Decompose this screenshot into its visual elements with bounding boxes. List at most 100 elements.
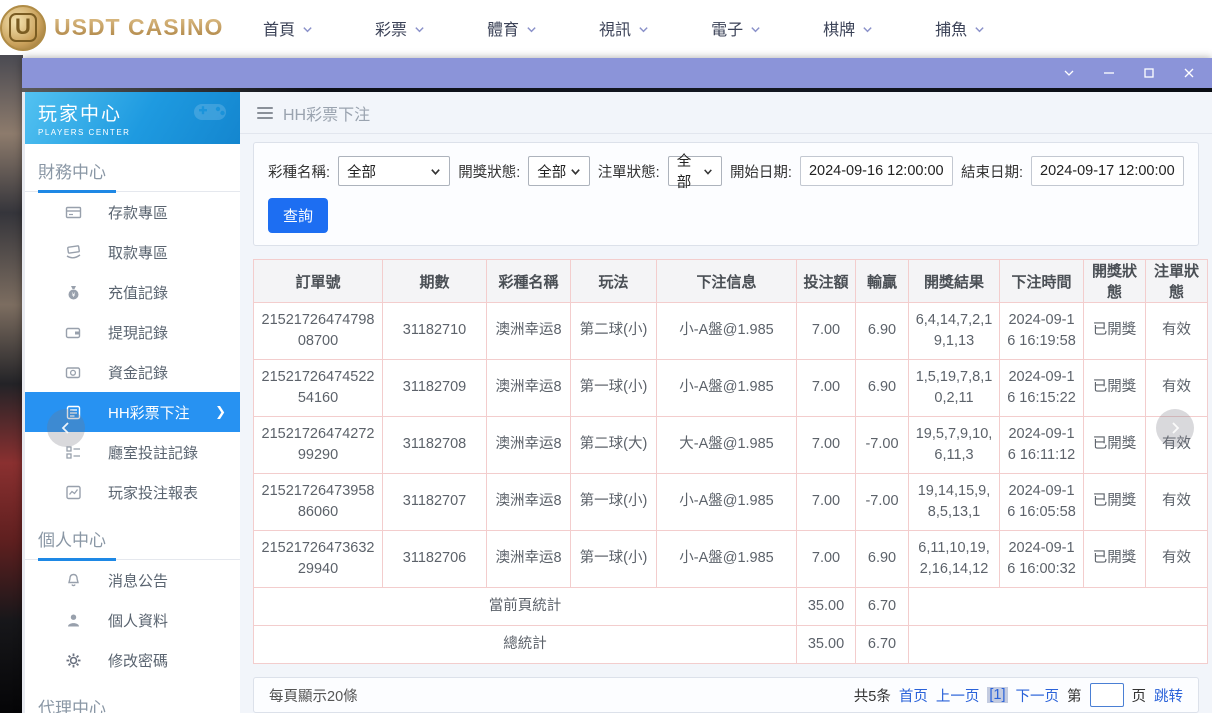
prev-page-link[interactable]: 上一页 bbox=[936, 685, 980, 706]
nav-item-home[interactable]: 首頁 bbox=[263, 16, 313, 40]
minimize-icon[interactable] bbox=[1102, 66, 1116, 80]
col-header-bet-amount: 投注額 bbox=[797, 260, 856, 303]
col-header-lottery-name: 彩種名稱 bbox=[487, 260, 571, 303]
cell-play-type: 第二球(大) bbox=[571, 417, 657, 474]
cell-order-status: 有效 bbox=[1146, 360, 1208, 417]
cell-winloss: 6.90 bbox=[856, 303, 909, 360]
cell-issue: 31182707 bbox=[383, 474, 487, 531]
end-date-input[interactable] bbox=[1031, 156, 1184, 186]
background-photo bbox=[0, 55, 23, 713]
cell-order-status: 有效 bbox=[1146, 531, 1208, 588]
cell-lottery-name: 澳洲幸运8 bbox=[487, 531, 571, 588]
nav-label: 電子 bbox=[711, 16, 743, 40]
col-header-draw-status: 開獎狀態 bbox=[1084, 260, 1146, 303]
bet-table: 訂單號 期數 彩種名稱 玩法 下注信息 投注額 輸贏 開獎結果 下注時間 開獎狀… bbox=[253, 259, 1208, 664]
cell-draw-status: 已開獎 bbox=[1084, 360, 1146, 417]
cell-draw-status: 已開獎 bbox=[1084, 303, 1146, 360]
sidebar-item-recharge-record[interactable]: ¥ 充值記錄 bbox=[25, 272, 240, 312]
pager: 共5条 首页 上一页 [1] 下一页 第 页 跳转 bbox=[854, 683, 1183, 707]
sidebar-item-label: 提現記錄 bbox=[108, 322, 168, 343]
chevron-down-icon bbox=[974, 22, 985, 33]
cell-draw-status: 已開獎 bbox=[1084, 474, 1146, 531]
chevron-down-icon bbox=[526, 22, 537, 33]
cell-bet-amount: 7.00 bbox=[797, 360, 856, 417]
jump-button[interactable]: 跳转 bbox=[1154, 685, 1183, 706]
filter-panel: 彩種名稱: 全部 開獎狀態: 全部 注單狀態: 全部 bbox=[253, 142, 1199, 246]
first-page-link[interactable]: 首页 bbox=[899, 685, 928, 706]
maximize-icon[interactable] bbox=[1142, 66, 1156, 80]
draw-status-value: 全部 bbox=[537, 161, 566, 182]
start-date-label: 開始日期: bbox=[730, 161, 792, 182]
col-header-bet-time: 下注時間 bbox=[1000, 260, 1084, 303]
sidebar-item-label: 個人資料 bbox=[108, 610, 168, 631]
nav-item-fishing[interactable]: 捕魚 bbox=[935, 16, 985, 40]
sidebar-item-label: 充值記錄 bbox=[108, 282, 168, 303]
cell-winloss: 6.90 bbox=[856, 360, 909, 417]
col-header-bet-info: 下注信息 bbox=[657, 260, 797, 303]
sidebar-item-change-password[interactable]: 修改密碼 bbox=[25, 640, 240, 680]
cell-bet-time: 2024-09-16 16:19:58 bbox=[1000, 303, 1084, 360]
page-title: HH彩票下注 bbox=[283, 101, 370, 125]
next-page-link[interactable]: 下一页 bbox=[1016, 685, 1060, 706]
sidebar-item-announcements[interactable]: 消息公告 bbox=[25, 560, 240, 600]
cell-play-type: 第二球(小) bbox=[571, 303, 657, 360]
collapse-icon[interactable] bbox=[1062, 66, 1076, 80]
grand-summary-row: 總統計 35.00 6.70 bbox=[254, 626, 1208, 664]
chevron-down-icon bbox=[414, 22, 425, 33]
order-status-select[interactable]: 全部 bbox=[668, 156, 722, 186]
sidebar-item-withdraw[interactable]: 取款專區 bbox=[25, 232, 240, 272]
money-bag-icon: ¥ bbox=[65, 284, 82, 301]
cell-order-no: 2152172647395886060 bbox=[254, 474, 383, 531]
col-header-issue: 期數 bbox=[383, 260, 487, 303]
col-header-order-no: 訂單號 bbox=[254, 260, 383, 303]
sidebar-item-label: 消息公告 bbox=[108, 570, 168, 591]
sidebar-item-label: 廳室投註記錄 bbox=[108, 442, 198, 463]
nav-items: 首頁 彩票 體育 視訊 電子 棋牌 bbox=[263, 16, 985, 40]
start-date-input[interactable] bbox=[800, 156, 953, 186]
carousel-prev-button[interactable] bbox=[47, 409, 85, 447]
sidebar-item-profile[interactable]: 個人資料 bbox=[25, 600, 240, 640]
search-button[interactable]: 查詢 bbox=[268, 198, 328, 233]
withdraw-hand-icon bbox=[65, 244, 82, 261]
jump-suffix: 页 bbox=[1132, 685, 1147, 706]
cell-draw-result: 1,5,19,7,8,10,2,11 bbox=[909, 360, 1000, 417]
lottery-name-select[interactable]: 全部 bbox=[338, 156, 450, 186]
order-status-value: 全部 bbox=[677, 150, 703, 192]
sidebar-item-funds-record[interactable]: 資金記錄 bbox=[25, 352, 240, 392]
hamburger-menu-icon[interactable] bbox=[257, 107, 273, 119]
nav-item-live[interactable]: 視訊 bbox=[599, 16, 649, 40]
funds-icon bbox=[65, 364, 82, 381]
carousel-next-button[interactable] bbox=[1156, 409, 1194, 447]
table-row: 2152172647479808700 31182710 澳洲幸运8 第二球(小… bbox=[254, 303, 1208, 360]
bet-table-wrap: 訂單號 期數 彩種名稱 玩法 下注信息 投注額 輸贏 開獎結果 下注時間 開獎狀… bbox=[253, 259, 1199, 664]
sidebar-item-withdrawal-record[interactable]: 提現記錄 bbox=[25, 312, 240, 352]
sidebar-item-player-bet-report[interactable]: 玩家投注報表 bbox=[25, 472, 240, 512]
nav-item-lottery[interactable]: 彩票 bbox=[375, 16, 425, 40]
order-status-label: 注單狀態: bbox=[598, 161, 660, 182]
page-jump-input[interactable] bbox=[1090, 683, 1124, 707]
cell-lottery-name: 澳洲幸运8 bbox=[487, 360, 571, 417]
cell-draw-result: 19,14,15,9,8,5,13,1 bbox=[909, 474, 1000, 531]
cell-order-status: 有效 bbox=[1146, 303, 1208, 360]
chevron-down-icon bbox=[302, 22, 313, 33]
nav-item-cards[interactable]: 棋牌 bbox=[823, 16, 873, 40]
lottery-name-value: 全部 bbox=[347, 161, 376, 182]
nav-item-sports[interactable]: 體育 bbox=[487, 16, 537, 40]
cell-play-type: 第一球(小) bbox=[571, 360, 657, 417]
table-row: 2152172647363229940 31182706 澳洲幸运8 第一球(小… bbox=[254, 531, 1208, 588]
brand-logo[interactable]: U USDT CASINO bbox=[6, 5, 231, 51]
sidebar-item-label: 資金記錄 bbox=[108, 362, 168, 383]
sidebar-item-label: 修改密碼 bbox=[108, 650, 168, 671]
window-titlebar bbox=[22, 58, 1212, 88]
current-page-indicator[interactable]: [1] bbox=[987, 687, 1007, 703]
page-summary-winloss-total: 6.70 bbox=[856, 588, 909, 626]
wallet-icon bbox=[65, 324, 82, 341]
nav-item-slots[interactable]: 電子 bbox=[711, 16, 761, 40]
draw-status-select[interactable]: 全部 bbox=[528, 156, 589, 186]
sidebar-item-deposit[interactable]: 存款專區 bbox=[25, 192, 240, 232]
close-icon[interactable] bbox=[1182, 66, 1196, 80]
brand-name: USDT CASINO bbox=[54, 14, 223, 41]
cell-winloss: -7.00 bbox=[856, 417, 909, 474]
cell-bet-amount: 7.00 bbox=[797, 531, 856, 588]
sidebar-header: 玩家中心 PLAYERS CENTER bbox=[25, 92, 240, 144]
